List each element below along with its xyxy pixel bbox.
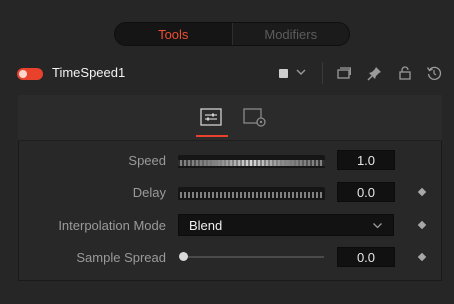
tool-enable-toggle[interactable]: [17, 68, 43, 80]
version-icon[interactable]: [336, 65, 352, 81]
inspector-panel: Tools Modifiers TimeSpeed1 Speed 1.0 Del…: [0, 0, 454, 304]
sliders-icon[interactable]: [200, 108, 222, 126]
pin-icon[interactable]: [367, 65, 383, 81]
interpolation-mode-label: Interpolation Mode: [58, 218, 166, 233]
thumbwheel-ticks: [178, 158, 325, 168]
delay-value-field[interactable]: 0.0: [337, 182, 395, 202]
sample-spread-slider-track[interactable]: [184, 256, 324, 258]
active-tab-indicator: [196, 135, 228, 137]
tool-name: TimeSpeed1: [52, 65, 126, 80]
lock-icon[interactable]: [397, 65, 413, 81]
interpolation-mode-value: Blend: [189, 217, 223, 233]
header-divider: [322, 62, 323, 84]
tab-modifiers[interactable]: Modifiers: [233, 23, 350, 45]
speed-thumbwheel[interactable]: [178, 155, 325, 168]
delay-thumbwheel[interactable]: [178, 187, 325, 200]
tools-modifiers-switch: Tools Modifiers: [114, 22, 350, 46]
chevron-down-icon[interactable]: [295, 66, 307, 78]
thumbwheel-ticks: [178, 190, 325, 200]
sample-spread-value-field[interactable]: 0.0: [337, 247, 395, 267]
sample-spread-slider-knob[interactable]: [179, 252, 188, 261]
delay-label: Delay: [132, 185, 166, 200]
speed-label: Speed: [128, 153, 166, 168]
chevron-down-icon: [373, 223, 382, 229]
interpolation-mode-dropdown[interactable]: Blend: [178, 214, 394, 236]
speed-value-field[interactable]: 1.0: [337, 150, 395, 170]
reset-icon[interactable]: [426, 65, 442, 81]
sample-spread-label: Sample Spread: [76, 250, 166, 265]
settings-icon[interactable]: [243, 108, 267, 128]
control-tab-bar: [18, 95, 442, 141]
tab-tools[interactable]: Tools: [115, 23, 233, 45]
color-chip-icon[interactable]: [279, 69, 288, 78]
